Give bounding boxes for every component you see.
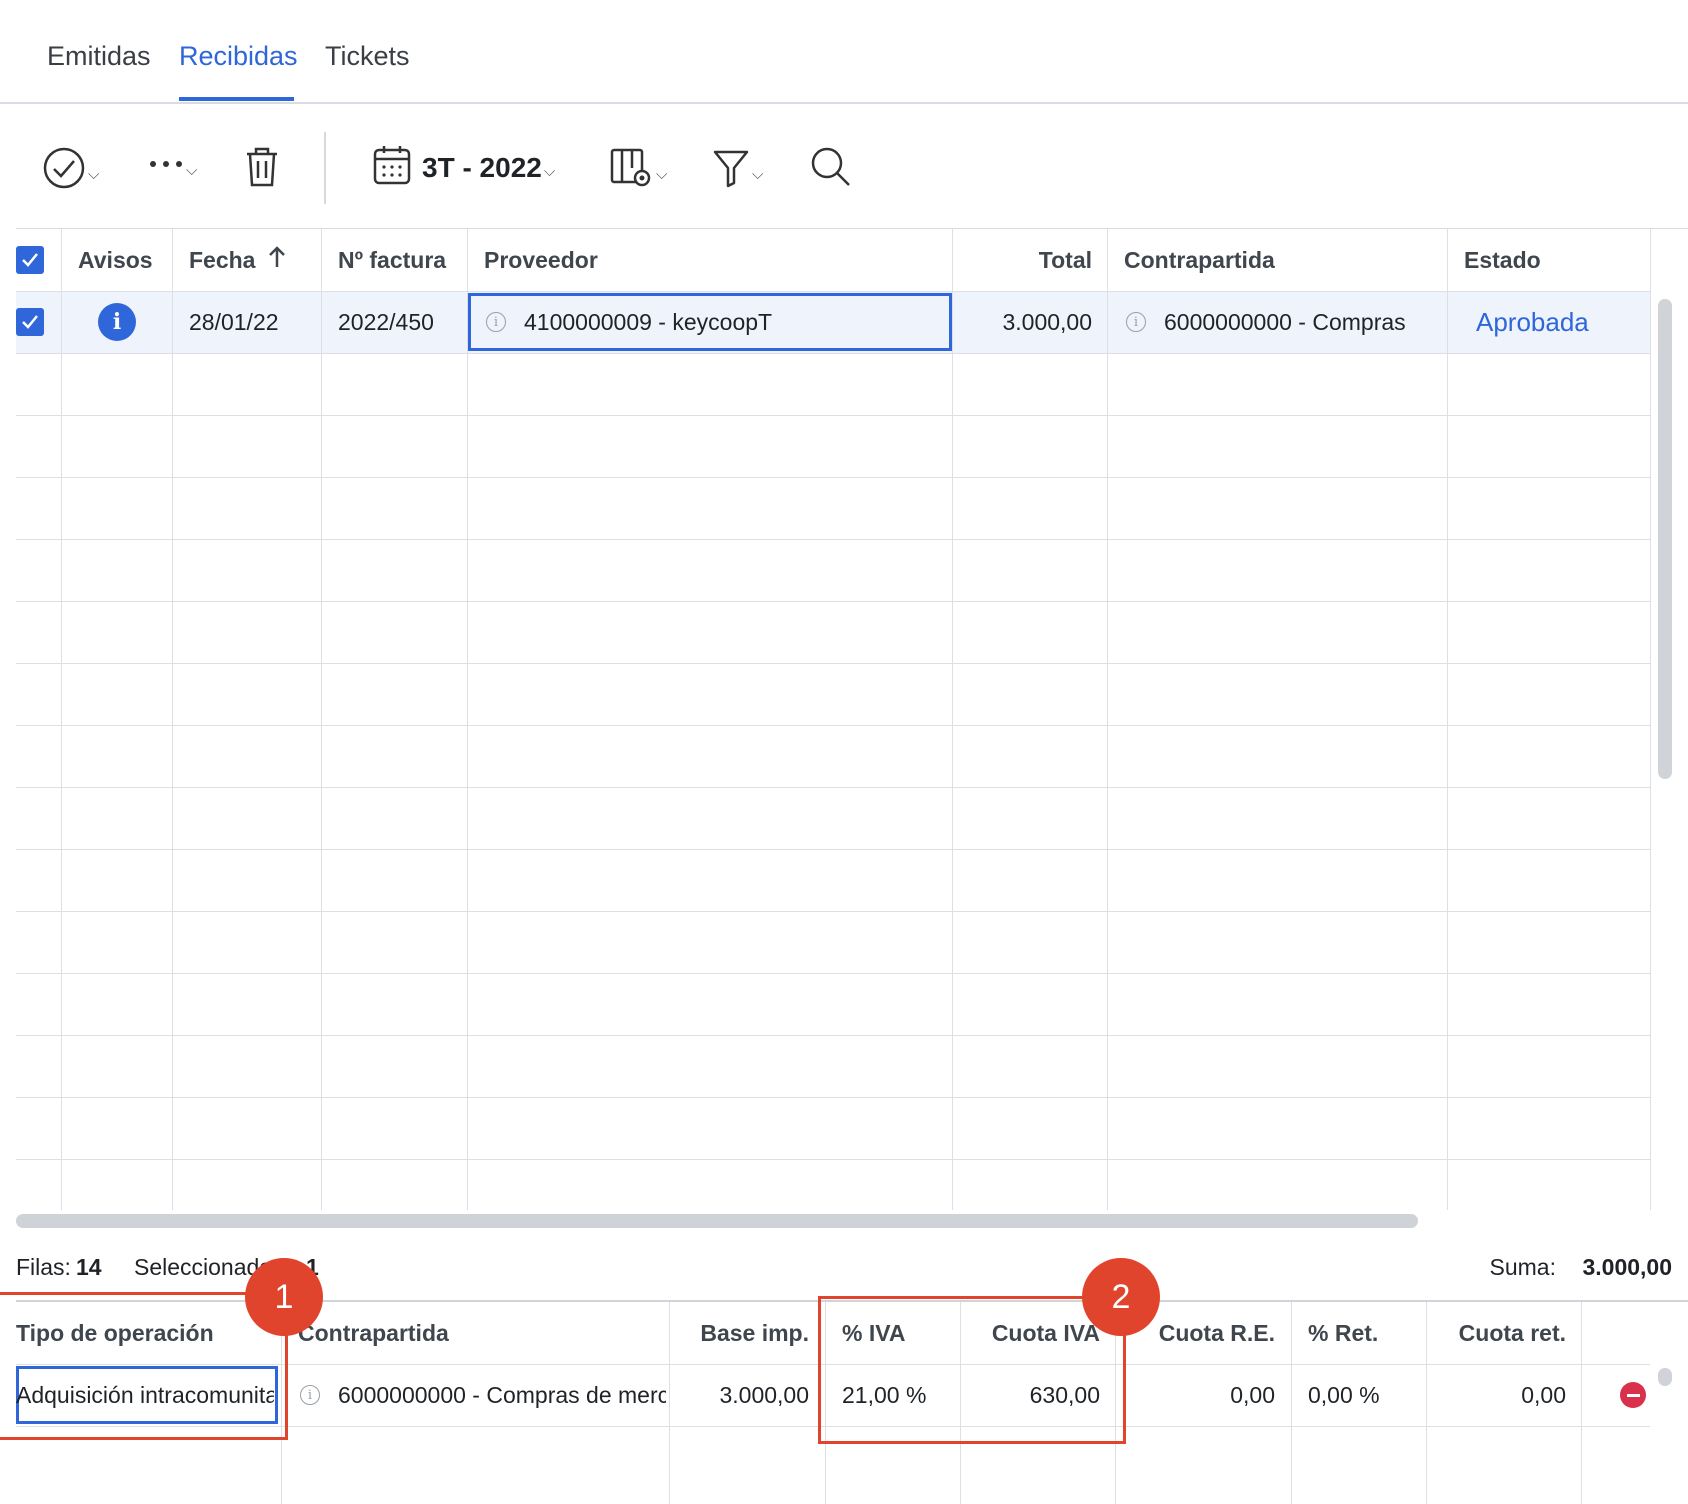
active-tab-indicator (179, 97, 294, 101)
header-total[interactable]: Total (952, 229, 1092, 291)
select-all-cell (16, 229, 61, 291)
remove-line-icon[interactable] (1620, 1382, 1646, 1408)
sort-ascending-icon (267, 245, 287, 275)
period-selector[interactable]: 3T - 2022 ⌵ (372, 144, 555, 191)
ret-pct-cell[interactable]: 0,00 % (1308, 1364, 1380, 1426)
header-ret-pct[interactable]: % Ret. (1308, 1302, 1378, 1364)
contrapartida-detail-cell: i 6000000000 - Compras de mercaderías (300, 1364, 666, 1426)
suma-value: 3.000,00 (1582, 1254, 1672, 1280)
avisos-cell: i (62, 291, 172, 353)
base-imp-cell[interactable]: 3.000,00 (669, 1364, 809, 1426)
annotation-box-1 (0, 1292, 288, 1440)
contrapartida-cell: i 6000000000 - Compras (1126, 291, 1406, 353)
toolbar-separator (324, 132, 326, 204)
row-checkbox[interactable] (16, 308, 44, 336)
filter-button[interactable]: ⌵ (712, 148, 763, 193)
chevron-down-icon: ⌵ (543, 163, 556, 180)
annotation-badge-2: 2 (1082, 1258, 1160, 1336)
header-avisos[interactable]: Avisos (78, 229, 153, 291)
invoices-grid: Avisos Fecha Nº factura Proveedor Total … (16, 228, 1688, 1228)
vertical-scrollbar[interactable] (1658, 299, 1672, 779)
suma-label: Suma: (1489, 1254, 1556, 1280)
info-outline-icon[interactable]: i (1126, 312, 1146, 332)
header-cuota-ret[interactable]: Cuota ret. (1426, 1302, 1566, 1364)
trash-icon (244, 146, 280, 193)
header-fecha-label: Fecha (189, 246, 256, 273)
tab-emitidas[interactable]: Emitidas (47, 40, 151, 72)
cuota-re-cell[interactable]: 0,00 (1115, 1364, 1275, 1426)
contrapartida-detail-value: 6000000000 - Compras de mercaderías (338, 1381, 666, 1408)
tab-bar: Emitidas Recibidas Tickets (0, 0, 1688, 104)
tab-tickets[interactable]: Tickets (325, 40, 410, 72)
info-icon[interactable]: i (98, 303, 136, 341)
cuota-ret-cell[interactable]: 0,00 (1426, 1364, 1566, 1426)
filter-icon (712, 148, 750, 193)
search-button[interactable] (810, 146, 852, 193)
numero-cell[interactable]: 2022/450 (338, 291, 434, 353)
header-base-imp[interactable]: Base imp. (669, 1302, 809, 1364)
detail-vertical-scrollbar[interactable] (1658, 1368, 1672, 1386)
header-contrapartida[interactable]: Contrapartida (1124, 229, 1275, 291)
header-estado[interactable]: Estado (1464, 229, 1541, 291)
chevron-down-icon: ⌵ (752, 166, 764, 183)
chevron-down-icon: ⌵ (88, 166, 100, 183)
columns-settings-icon (610, 146, 654, 195)
tab-recibidas[interactable]: Recibidas (179, 40, 298, 72)
search-icon (810, 146, 852, 193)
annotation-badge-1: 1 (245, 1258, 323, 1336)
header-proveedor[interactable]: Proveedor (484, 229, 598, 291)
filas-value: 14 (76, 1254, 102, 1280)
horizontal-scrollbar[interactable] (16, 1214, 1418, 1228)
more-dots-icon (148, 154, 184, 179)
remove-line-cell (1620, 1364, 1646, 1426)
toolbar: ⌵ ⌵ 3T - 2022 ⌵ ⌵ ⌵ (0, 110, 1688, 230)
total-cell[interactable]: 3.000,00 (952, 291, 1092, 353)
row-select-cell (16, 291, 61, 353)
info-outline-icon[interactable]: i (300, 1385, 320, 1405)
proveedor-cell: i 4100000009 - keycoopT (486, 291, 772, 353)
header-numero[interactable]: Nº factura (338, 229, 466, 291)
select-all-checkbox[interactable] (16, 246, 44, 274)
columns-settings-button[interactable]: ⌵ (610, 146, 667, 195)
annotation-box-2 (818, 1296, 1126, 1444)
more-actions-button[interactable]: ⌵ (148, 154, 197, 179)
header-contrapartida-detail[interactable]: Contrapartida (298, 1302, 449, 1364)
chevron-down-icon: ⌵ (656, 166, 668, 183)
estado-cell[interactable]: Aprobada (1476, 291, 1589, 353)
proveedor-value: 4100000009 - keycoopT (524, 308, 773, 335)
approve-menu-button[interactable]: ⌵ (42, 146, 99, 195)
header-fecha[interactable]: Fecha (189, 229, 287, 291)
check-circle-icon (42, 146, 86, 195)
period-label: 3T - 2022 (422, 151, 542, 183)
info-outline-icon[interactable]: i (486, 312, 506, 332)
chevron-down-icon: ⌵ (186, 162, 198, 179)
filas-label: Filas: (16, 1254, 71, 1280)
delete-button[interactable] (244, 146, 280, 193)
calendar-icon (372, 144, 412, 191)
fecha-cell[interactable]: 28/01/22 (189, 291, 279, 353)
contrapartida-value: 6000000000 - Compras (1164, 308, 1406, 335)
